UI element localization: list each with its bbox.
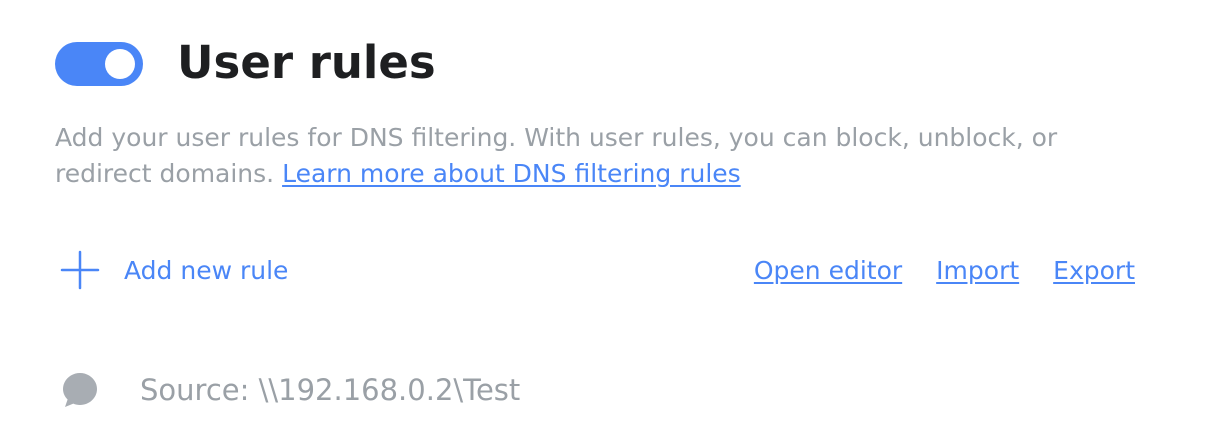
export-link[interactable]: Export bbox=[1053, 256, 1135, 285]
toggle-knob bbox=[105, 49, 135, 79]
user-rules-toggle[interactable] bbox=[55, 42, 143, 86]
rule-actions: Open editor Import Export bbox=[754, 250, 1135, 290]
open-editor-link[interactable]: Open editor bbox=[754, 256, 902, 285]
add-new-rule-button[interactable]: Add new rule bbox=[60, 250, 288, 290]
add-new-rule-label: Add new rule bbox=[124, 255, 289, 285]
user-rules-page: User rules Add your user rules for DNS f… bbox=[0, 0, 1207, 436]
page-title: User rules bbox=[177, 36, 436, 89]
learn-more-link[interactable]: Learn more about DNS filtering rules bbox=[282, 159, 741, 188]
rule-item[interactable]: Source: \\192.168.0.2\Test bbox=[60, 368, 520, 412]
description: Add your user rules for DNS filtering. W… bbox=[55, 120, 1155, 192]
rule-text: Source: \\192.168.0.2\Test bbox=[140, 373, 521, 407]
import-link[interactable]: Import bbox=[936, 256, 1019, 285]
plus-icon bbox=[60, 250, 100, 290]
comment-icon bbox=[63, 373, 97, 407]
